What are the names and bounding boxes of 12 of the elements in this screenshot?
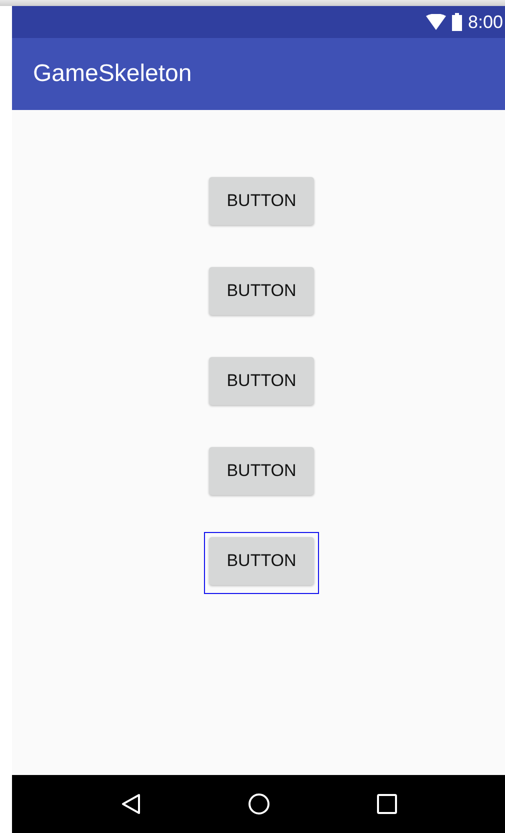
app-title: GameSkeleton [33,60,192,88]
button[interactable]: BUTTON [209,447,314,495]
recents-icon[interactable] [376,794,396,814]
button[interactable]: BUTTON [209,537,314,585]
wifi-icon [426,14,446,30]
back-icon[interactable] [120,793,140,815]
button[interactable]: BUTTON [209,357,314,405]
status-time: 8:00 [468,12,503,32]
button[interactable]: BUTTON [209,177,314,225]
button[interactable]: BUTTON [209,267,314,315]
battery-icon [452,13,462,31]
home-icon[interactable] [248,793,270,815]
